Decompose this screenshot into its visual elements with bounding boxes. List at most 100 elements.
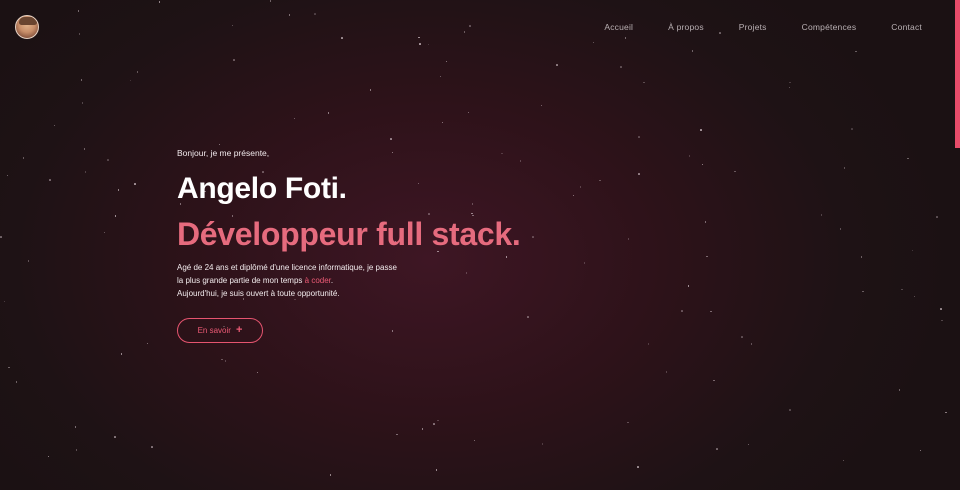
star-dot (84, 171, 87, 173)
star-dot (700, 129, 702, 131)
star-dot (643, 81, 645, 84)
star-dot (233, 59, 235, 61)
star-dot (103, 231, 106, 234)
main-nav: Accueil À propos Projets Compétences Con… (604, 22, 922, 32)
nav-item-accueil[interactable]: Accueil (604, 22, 633, 32)
star-dot (146, 342, 149, 345)
star-dot (541, 443, 544, 445)
avatar[interactable] (15, 15, 39, 39)
star-dot (151, 446, 153, 448)
star-dot (439, 75, 442, 78)
star-dot (716, 448, 718, 450)
star-dot (390, 138, 392, 140)
star-dot (22, 157, 25, 159)
plus-icon: + (235, 324, 243, 336)
star-dot (81, 102, 84, 104)
star-dot (907, 157, 909, 160)
star-dot (117, 189, 120, 191)
site-header: Accueil À propos Projets Compétences Con… (0, 0, 960, 56)
star-dot (221, 358, 223, 361)
nav-item-a-propos[interactable]: À propos (668, 22, 704, 32)
star-dot (701, 163, 704, 166)
nav-item-competences[interactable]: Compétences (802, 22, 857, 32)
star-dot (527, 316, 529, 318)
star-dot (706, 255, 708, 258)
star-dot (327, 112, 330, 114)
star-dot (134, 183, 136, 185)
hero-greeting: Bonjour, je me présente, (177, 148, 270, 158)
hero-section: Bonjour, je me présente, Angelo Foti. Dé… (177, 148, 697, 343)
star-dot (713, 379, 715, 381)
star-dot (3, 300, 5, 302)
nav-item-projets[interactable]: Projets (739, 22, 767, 32)
star-dot (540, 104, 543, 106)
star-dot (620, 66, 622, 68)
avatar-hair (19, 17, 37, 25)
star-dot (467, 111, 469, 113)
hero-description: Agé de 24 ans et diplômé d'une licence i… (177, 261, 697, 300)
star-dot (114, 215, 117, 217)
star-dot (637, 466, 639, 468)
hero-description-line-2-prefix: la plus grande partie de mon temps (177, 276, 305, 285)
star-dot (843, 167, 846, 169)
star-dot (941, 319, 943, 321)
star-dot (120, 353, 123, 355)
star-dot (218, 143, 221, 146)
star-dot (936, 216, 938, 218)
star-dot (75, 449, 78, 451)
star-dot (919, 449, 922, 451)
hero-name: Angelo Foti. (177, 172, 347, 205)
star-dot (80, 79, 83, 81)
star-dot (396, 433, 398, 436)
star-dot (839, 228, 842, 230)
star-dot (940, 308, 942, 310)
star-dot (74, 426, 77, 428)
scroll-progress-bar (955, 0, 960, 148)
star-dot (945, 411, 947, 413)
star-dot (53, 124, 56, 126)
star-dot (665, 371, 668, 373)
star-dot (898, 389, 901, 391)
star-dot (627, 421, 629, 424)
hero-description-accent: à coder (304, 276, 331, 285)
star-dot (391, 330, 394, 332)
star-dot (747, 443, 750, 446)
learn-more-button[interactable]: En savoir + (177, 318, 263, 343)
star-dot (129, 79, 132, 82)
nav-item-contact[interactable]: Contact (891, 22, 922, 32)
star-dot (15, 381, 18, 383)
star-dot (445, 60, 448, 63)
star-dot (49, 179, 51, 181)
star-dot (710, 310, 712, 312)
star-dot (556, 64, 558, 66)
star-dot (114, 436, 116, 438)
star-dot (437, 419, 439, 422)
star-dot (647, 343, 649, 345)
star-dot (842, 459, 844, 462)
star-dot (107, 159, 109, 161)
star-dot (369, 89, 371, 91)
star-dot (734, 170, 736, 173)
star-dot (47, 455, 50, 457)
hero-description-line-2: la plus grande partie de mon temps à cod… (177, 274, 697, 287)
star-dot (681, 310, 683, 312)
star-dot (8, 366, 10, 369)
star-dot (27, 260, 29, 262)
star-dot (820, 214, 823, 216)
hero-role: Développeur full stack. (177, 216, 521, 252)
star-dot (860, 256, 863, 258)
star-dot (433, 423, 435, 425)
star-dot (789, 81, 791, 84)
hero-description-line-2-suffix: . (330, 276, 334, 285)
learn-more-label: En savoir (197, 326, 231, 335)
star-dot (913, 295, 916, 297)
star-dot (83, 148, 86, 150)
star-dot (851, 128, 853, 130)
star-dot (293, 117, 295, 120)
star-dot (911, 249, 913, 251)
star-dot (256, 371, 259, 374)
star-dot (704, 221, 706, 223)
star-dot (6, 174, 9, 176)
star-dot (441, 121, 444, 124)
star-dot (224, 360, 227, 362)
